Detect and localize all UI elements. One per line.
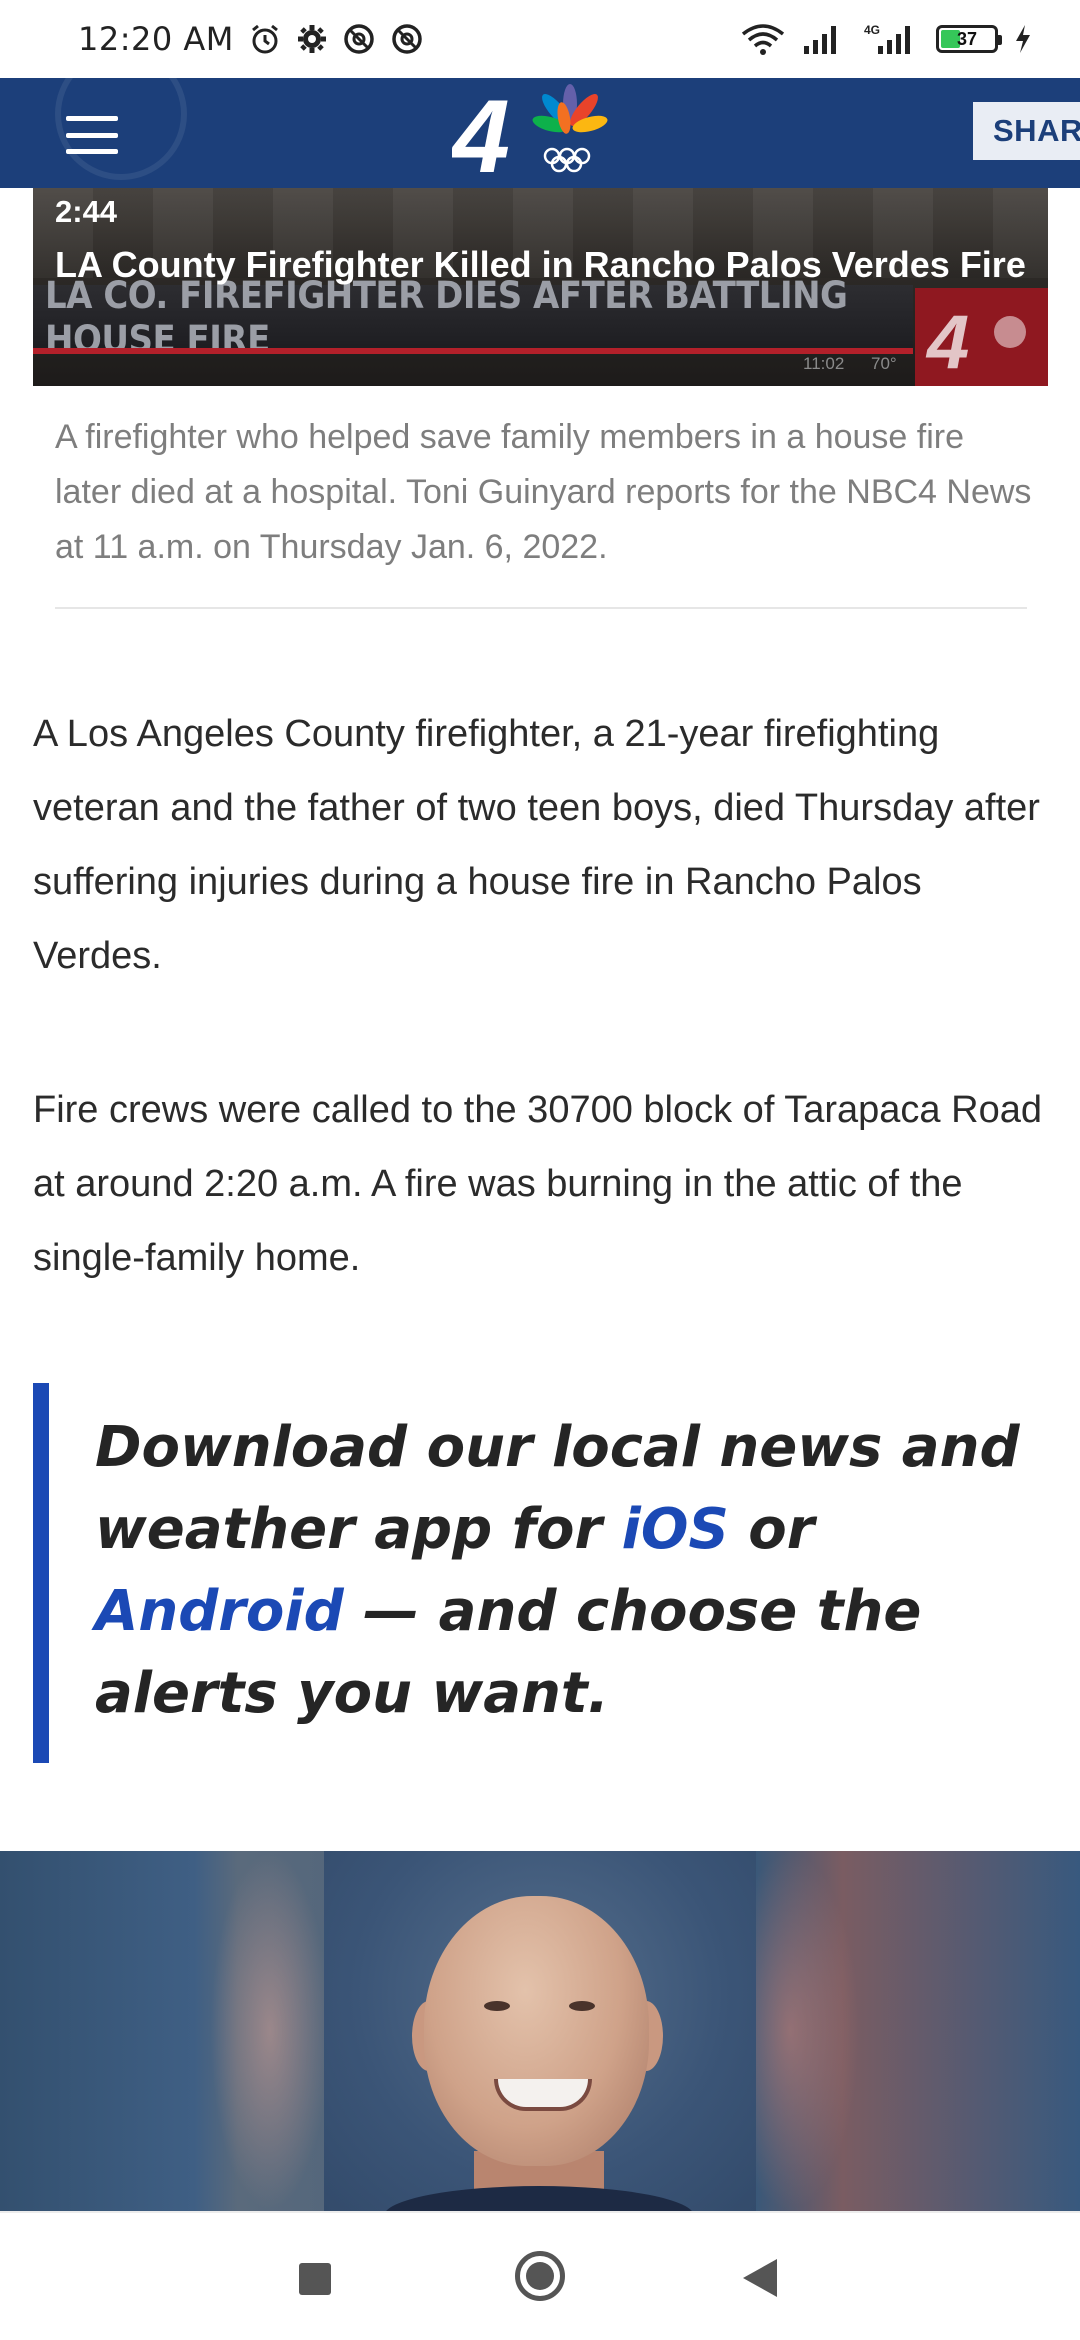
promo-text: Download our local news and weather app … (95, 1407, 1055, 1735)
video-channel-logo-number: 4 (925, 300, 969, 385)
status-time: 12:20 AM (78, 20, 234, 58)
video-lower-third-stripe (33, 348, 913, 354)
ios-link[interactable]: iOS (622, 1497, 729, 1562)
menu-button[interactable] (66, 116, 118, 154)
video-lower-third-time: 11:02 (803, 354, 845, 373)
android-link[interactable]: Android (95, 1579, 344, 1644)
portrait-shirt (384, 2186, 694, 2211)
video-duration: 2:44 (55, 194, 118, 229)
status-left: 12:20 AM (78, 20, 424, 58)
signal-icon (802, 24, 844, 54)
network-label: 4G (864, 23, 880, 37)
video-lower-third-temp: 70° (871, 354, 897, 373)
logo-number: 4 (452, 84, 510, 184)
video-title[interactable]: LA County Firefighter Killed in Rancho P… (55, 238, 1045, 292)
article-paragraph: Fire crews were called to the 30700 bloc… (33, 1089, 1042, 1279)
promo-text-before: Download our local news and weather app … (95, 1415, 1020, 1562)
video-caption: A firefighter who helped save family mem… (55, 418, 1032, 566)
portrait-head (424, 1896, 649, 2166)
status-bar: 12:20 AM 4G 37 (0, 0, 1080, 78)
no-disturb-icon (342, 22, 376, 56)
caption-divider (55, 607, 1027, 609)
system-navigation-bar (0, 2211, 1080, 2340)
promo-text-or: or (728, 1497, 815, 1562)
video-player[interactable]: LA CO. FIREFIGHTER DIES AFTER BATTLING H… (33, 188, 1048, 386)
back-icon[interactable] (743, 2259, 777, 2297)
recents-icon[interactable] (299, 2263, 331, 2295)
firefighter-portrait (324, 1851, 756, 2211)
gear-icon (296, 23, 328, 55)
no-disturb-icon (390, 22, 424, 56)
menu-bar (66, 149, 118, 154)
wifi-icon (740, 22, 786, 56)
share-button[interactable]: SHAR (973, 102, 1080, 160)
article-paragraph: A Los Angeles County firefighter, a 21-y… (33, 713, 1040, 977)
site-header: 4 SHAR (0, 78, 1080, 188)
portrait-eye (484, 2001, 510, 2011)
nbc4-logo[interactable]: 4 (450, 79, 622, 188)
signal-4g-icon: 4G (860, 22, 920, 56)
charging-icon (1014, 24, 1032, 54)
home-icon[interactable] (515, 2251, 565, 2301)
menu-bar (66, 116, 118, 121)
battery-level: 37 (956, 28, 978, 49)
article-photo (0, 1851, 1080, 2211)
alarm-icon (248, 22, 282, 56)
promo-accent-bar (33, 1383, 49, 1763)
menu-bar (66, 132, 118, 138)
video-lower-third: LA CO. FIREFIGHTER DIES AFTER BATTLING H… (33, 274, 913, 362)
app-download-promo: Download our local news and weather app … (33, 1383, 1048, 1763)
status-right: 4G 37 (740, 22, 1032, 56)
photo-background-blur (210, 1851, 330, 2211)
battery-icon: 37 (936, 25, 1002, 53)
video-channel-logo: 4 (915, 288, 1048, 386)
portrait-eye (569, 2001, 595, 2011)
